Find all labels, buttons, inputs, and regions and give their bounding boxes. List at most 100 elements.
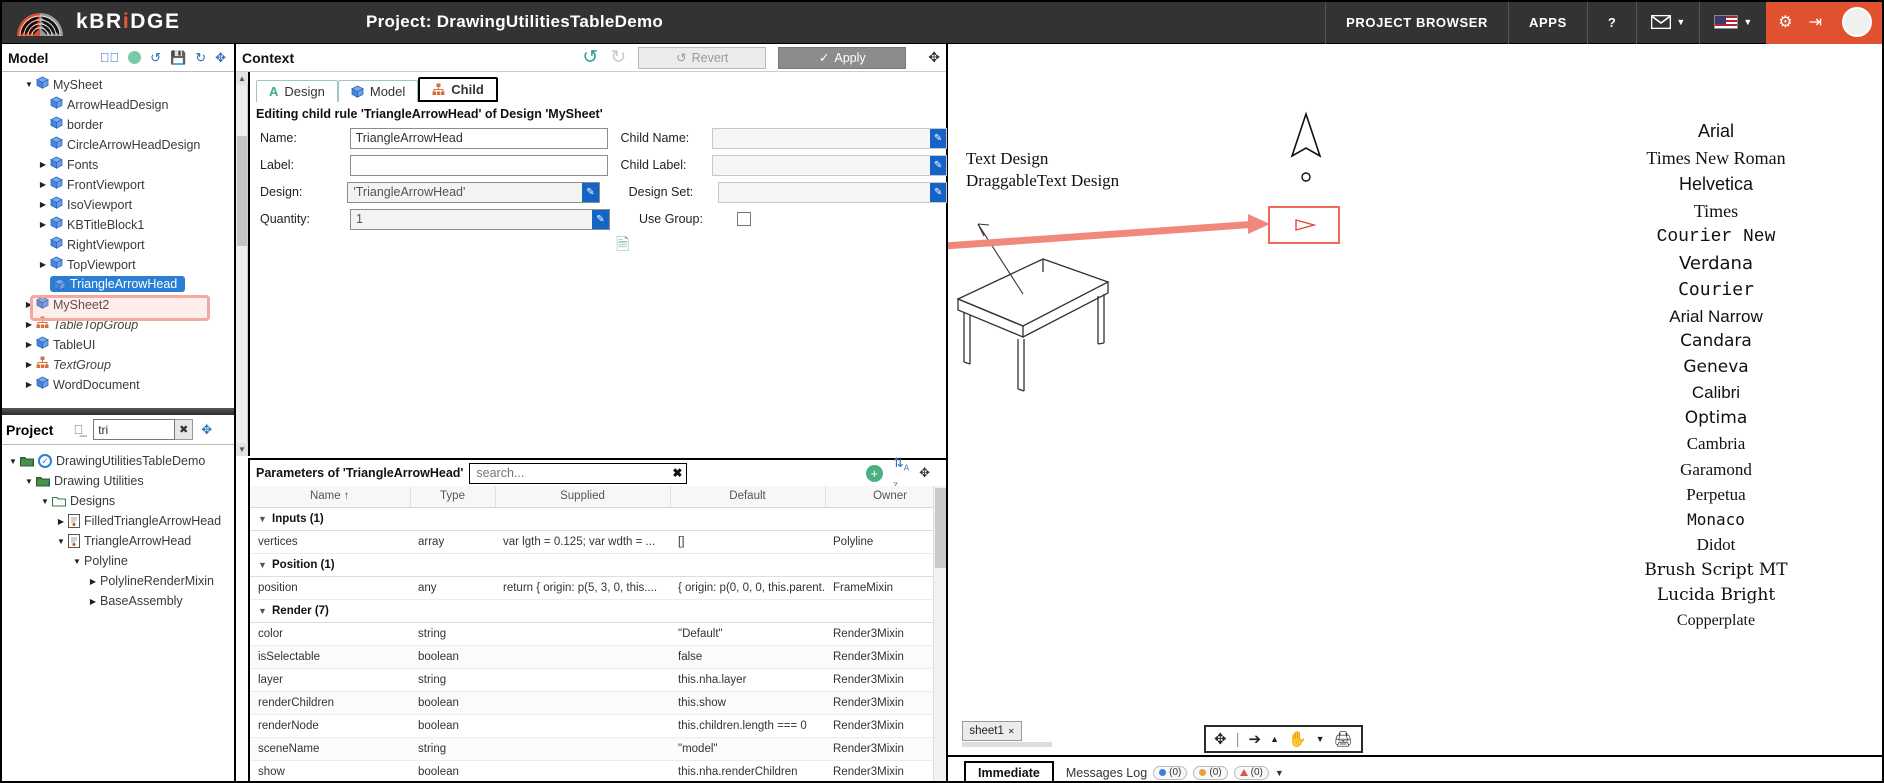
chevron-down-icon[interactable]: ▼: [54, 537, 68, 546]
child-name-input[interactable]: [712, 127, 948, 149]
project-tree-item[interactable]: ▼ ✓ DrawingUtilitiesTableDemo: [0, 451, 234, 471]
table-row[interactable]: renderChildren boolean this.show Render3Mix…: [250, 691, 933, 715]
pointer-icon[interactable]: ➔: [1248, 730, 1261, 748]
chevron-right-icon[interactable]: ▶: [36, 160, 50, 169]
table-group-row[interactable]: ▼ Inputs (1): [250, 507, 933, 531]
chevron-right-icon[interactable]: ▶: [22, 360, 36, 369]
design-set-input[interactable]: [717, 181, 948, 203]
avatar[interactable]: [1842, 7, 1872, 37]
document-icon[interactable]: 🗎: [616, 232, 630, 261]
tab-child[interactable]: Child: [418, 77, 498, 102]
label-input[interactable]: [349, 154, 609, 176]
chevron-right-icon[interactable]: ▶: [22, 320, 36, 329]
design-edit-icon[interactable]: ✎: [582, 182, 599, 202]
table-group-row[interactable]: ▼ Render (7): [250, 599, 933, 623]
project-tree-item[interactable]: ▼ TriangleArrowHead: [0, 531, 234, 551]
model-tree-item[interactable]: ▶ MySheet2: [0, 294, 234, 314]
project-expand-icon[interactable]: ✥: [201, 422, 212, 438]
model-tree-item[interactable]: ▶ FrontViewport: [0, 174, 234, 194]
chevron-right-icon[interactable]: ▶: [36, 220, 50, 229]
tab-design[interactable]: A Design: [256, 80, 338, 102]
gear-icon[interactable]: ⚙: [1778, 12, 1792, 32]
child-label-input[interactable]: [712, 154, 948, 176]
mail-caret-down-icon[interactable]: ▼: [1676, 17, 1685, 27]
chevron-down-icon[interactable]: ▼: [38, 497, 52, 506]
fit-icon[interactable]: ✥: [1214, 730, 1227, 748]
model-tree-item[interactable]: ▶ KBTitleBlock1: [0, 214, 234, 234]
model-tree-item[interactable]: ArrowHeadDesign: [0, 94, 234, 114]
chevron-right-icon[interactable]: ▶: [22, 340, 36, 349]
project-tree-item[interactable]: ▶ PolylineRenderMixin: [0, 571, 234, 591]
play-icon[interactable]: ▶⃝: [100, 51, 120, 64]
quantity-input[interactable]: [350, 208, 610, 230]
brand-logo[interactable]: kBRiDGE: [0, 7, 278, 37]
messages-caret-down-icon[interactable]: ▼: [1275, 768, 1284, 778]
model-tree-item[interactable]: ▶ TextGroup: [0, 354, 234, 374]
scroll-up-arrow-icon[interactable]: ▲: [236, 72, 248, 85]
parameters-search-input[interactable]: [469, 462, 688, 484]
status-dot-icon[interactable]: [128, 51, 142, 64]
project-tree-item[interactable]: ▶ FilledTriangleArrowHead: [0, 511, 234, 531]
column-header[interactable]: Type: [410, 486, 496, 508]
history-icon[interactable]: ↺: [150, 51, 161, 64]
quantity-edit-icon[interactable]: ✎: [592, 209, 609, 229]
table-row[interactable]: layer string this.nha.layer Render3Mixin: [250, 668, 933, 692]
column-header[interactable]: Supplied: [495, 486, 671, 508]
model-tree-item[interactable]: ▶ TableTopGroup: [0, 314, 234, 334]
model-tree-item[interactable]: RightViewport: [0, 234, 234, 254]
parameters-table-body[interactable]: ▼ Inputs (1) vertices array var lgth = 0.125…: [250, 507, 933, 783]
expand-icon[interactable]: ✥: [215, 51, 226, 64]
model-tree-item[interactable]: ▶ Fonts: [0, 154, 234, 174]
apply-button[interactable]: ✓ Apply: [778, 46, 907, 69]
table-row[interactable]: color string "Default" Render3Mixin: [250, 622, 933, 646]
undo-icon[interactable]: ↺: [582, 46, 598, 69]
model-tree-item[interactable]: ▼ MySheet: [0, 74, 234, 94]
panel-splitter[interactable]: [0, 408, 234, 415]
model-tree[interactable]: ▼ MySheet ArrowHeadDesign border CircleAr…: [0, 72, 234, 408]
project-search-input[interactable]: [93, 419, 176, 440]
chevron-right-icon[interactable]: ▶: [86, 597, 100, 606]
chevron-down-icon[interactable]: ▼: [70, 557, 84, 566]
scroll-thumb[interactable]: [237, 136, 247, 246]
viewport-panel[interactable]: Text Design DraggableText Design Arial Ti…: [948, 44, 1884, 783]
project-browser-button[interactable]: PROJECT BROWSER: [1325, 0, 1508, 44]
column-header[interactable]: Name ↑: [250, 486, 411, 508]
revert-button[interactable]: ↺ Revert: [638, 46, 767, 69]
use-group-checkbox[interactable]: [737, 212, 751, 226]
name-input[interactable]: [349, 127, 609, 149]
context-expand-icon[interactable]: ✥: [928, 49, 940, 66]
chevron-right-icon[interactable]: ▶: [36, 200, 50, 209]
table-group-row[interactable]: ▼ Position (1): [250, 553, 933, 577]
chevron-right-icon[interactable]: ▶: [22, 300, 36, 309]
project-tree[interactable]: ▼ ✓ DrawingUtilitiesTableDemo ▼ Drawing Util…: [0, 445, 234, 611]
parameters-scroll-thumb[interactable]: [935, 488, 946, 568]
eye-slash-icon[interactable]: 👁̲: [73, 422, 83, 437]
table-row[interactable]: position any return { origin: p(5, 3, 0, t…: [250, 576, 933, 600]
pointer-caret-icon[interactable]: ▲: [1270, 734, 1279, 744]
chevron-right-icon[interactable]: ▶: [36, 180, 50, 189]
model-tree-item[interactable]: ▶ WordDocument: [0, 374, 234, 394]
design-input[interactable]: [347, 181, 601, 203]
child-name-edit-icon[interactable]: ✎: [930, 128, 946, 148]
parameters-vertical-scrollbar[interactable]: [933, 486, 946, 783]
model-tree-item[interactable]: CircleArrowHeadDesign: [0, 134, 234, 154]
parameters-search-clear-icon[interactable]: ✖: [672, 466, 682, 480]
project-search-clear-button[interactable]: ✖: [175, 419, 194, 440]
child-label-edit-icon[interactable]: ✎: [930, 155, 946, 175]
chevron-down-icon[interactable]: ▼: [258, 560, 272, 570]
project-tree-item[interactable]: ▼ Polyline: [0, 551, 234, 571]
chevron-down-icon[interactable]: ▼: [22, 80, 36, 89]
table-row[interactable]: renderNode boolean this.children.length ==…: [250, 714, 933, 738]
parameters-expand-icon[interactable]: ✥: [919, 465, 930, 481]
model-tree-item[interactable]: ▶ IsoViewport: [0, 194, 234, 214]
print-icon[interactable]: 🖨: [1334, 730, 1353, 748]
mail-icon[interactable]: ▼: [1636, 0, 1699, 44]
table-row[interactable]: sceneName string "model" Render3Mixin: [250, 737, 933, 761]
chevron-down-icon[interactable]: ▼: [258, 606, 272, 616]
refresh-icon[interactable]: ↻: [195, 51, 206, 64]
project-tree-item[interactable]: ▼ Designs: [0, 491, 234, 511]
column-header[interactable]: Default: [670, 486, 826, 508]
table-row[interactable]: isSelectable boolean false Render3Mixin: [250, 645, 933, 669]
scroll-down-arrow-icon[interactable]: ▼: [236, 443, 248, 456]
help-button[interactable]: ?: [1586, 0, 1637, 44]
